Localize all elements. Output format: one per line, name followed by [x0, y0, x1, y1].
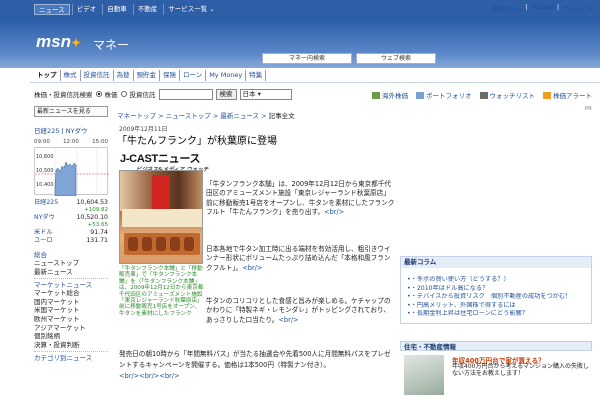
nav-asia-market[interactable]: アジアマーケット: [34, 324, 108, 333]
article-paragraph-4: 発売日の朝10時から「年間無料パス」が当たる抽選会や先着500人に月間無料パスを…: [119, 350, 391, 380]
nav-news[interactable]: ニュース: [34, 4, 70, 15]
article-paragraph-2: 日本各地で牛タン加工時に出る端材を有効活用し、粗引きウインナー形状にボリュームた…: [206, 245, 391, 272]
section-title: マネー: [93, 38, 130, 52]
stock-radio[interactable]: [95, 91, 102, 97]
hotmail-link[interactable]: Hotmail: [531, 4, 554, 13]
tool-portfolio[interactable]: ポートフォリオ: [416, 90, 472, 100]
realestate-box: 住宅・不動産情報 年収400万円台で家が買える？ 年収400万円台から考えるマン…: [400, 341, 592, 395]
column-item[interactable]: ・2010年はドル高になる？: [407, 285, 587, 294]
left-column: 最新ニュースを見る 日経225 | NYダウ 09:00 12:00 15:00 1…: [34, 106, 109, 362]
money-tabs: トップ 株式 投資信託 為替 預貯金 保険 ローン My Money 特集: [34, 70, 267, 81]
breadcrumb: マネートップ > ニューストップ > 最新ニュース > 記事全文: [117, 112, 295, 120]
tab-top[interactable]: トップ: [34, 70, 61, 81]
tab-deposits[interactable]: 預貯金: [134, 70, 160, 81]
nav-news-top[interactable]: ニューストップ: [34, 259, 108, 268]
tab-fx[interactable]: 為替: [114, 70, 134, 81]
butterfly-icon: ✦: [70, 36, 82, 50]
top-nav-bar: ニュース ビデオ 自動車 不動産 サービス一覧 ⌄ MSNホーム | Hotmai…: [0, 0, 600, 18]
market-row[interactable]: 米ドル 91.74: [34, 229, 108, 237]
market-change: +109.82: [84, 207, 108, 213]
tab-my-money[interactable]: My Money: [206, 70, 247, 81]
portfolio-icon: [416, 91, 424, 99]
index-tabs[interactable]: 日経225 | NYダウ: [34, 125, 108, 135]
crumb-latest-news[interactable]: 最新ニュース: [220, 112, 259, 120]
signin-link[interactable]: サインイン: [562, 4, 592, 13]
nav-divider: [34, 278, 108, 280]
crumb-news-top[interactable]: ニューストップ: [166, 112, 211, 120]
nav-latest-news[interactable]: 最新ニュース: [34, 268, 108, 277]
alert-icon: [543, 91, 551, 99]
article-paragraph-1: 「牛タンフランク本舗」は、2009年12月12日から東京都千代田区のアミューズメ…: [206, 180, 395, 217]
tab-divider: [30, 82, 600, 83]
market-row[interactable]: ユーロ 131.71: [34, 237, 108, 245]
realestate-text: 年収400万円台から考えるマンション購入の失敗しない方法をお教えします！: [452, 363, 590, 378]
web-search-button[interactable]: ウェブ検索: [356, 53, 436, 64]
left-nav: 総合 ニューストップ 最新ニュース マーケットニュース マーケット総合 国内マー…: [34, 251, 108, 362]
stock-radio-label: 株価: [104, 91, 118, 99]
market-table: 日経225 10,604.53 +109.82 NYダウ 10,520.10 +53…: [34, 199, 108, 245]
photo-caption: 「牛タンフランク本舗」と「移動販売車」で「牛タンフランク本舗」を（「牛タンフラン…: [119, 266, 204, 317]
quote-search-row: 株価・投資信託検索 株価 投資信託 検索 日本 ▾: [34, 87, 292, 101]
nav-earnings[interactable]: 決算・投資判断: [34, 341, 108, 350]
service-nav: ニュース ビデオ 自動車 不動産 サービス一覧 ⌄: [34, 4, 219, 15]
tab-stocks[interactable]: 株式: [61, 70, 81, 81]
msn-logo[interactable]: msn✦: [36, 32, 81, 52]
tab-insurance[interactable]: 保険: [160, 70, 180, 81]
column-item[interactable]: ・円高メリット、外国株で得するには: [407, 302, 587, 311]
chart-time-axis: 09:00 12:00 15:00: [34, 139, 108, 145]
nav-europe-market[interactable]: 欧州マーケット: [34, 315, 108, 324]
market-change: +53.65: [87, 222, 108, 228]
fund-radio-label: 投資信託: [129, 91, 156, 99]
msn-home-link[interactable]: MSNホーム: [491, 4, 522, 13]
chart-plot: [35, 148, 109, 196]
money-search-button[interactable]: マネー内検索: [262, 53, 352, 64]
nav-us-market[interactable]: 米国マーケット: [34, 306, 108, 315]
tab-funds[interactable]: 投資信託: [81, 70, 114, 81]
fund-radio[interactable]: [120, 91, 127, 97]
column-list: ・冬ボの賢い使い方（どうする？） ・2010年はドル高になる？ ・デバイスから投…: [401, 268, 591, 323]
globe-icon: [372, 91, 380, 99]
market-row[interactable]: 日経225 10,604.53: [34, 199, 108, 207]
tab-special[interactable]: 特集: [246, 70, 267, 81]
nav-individual-stocks[interactable]: 個別銘柄: [34, 332, 108, 341]
tool-watchlist[interactable]: ウォッチリスト: [479, 90, 535, 100]
column-item[interactable]: ・デバイスから投資リスク 個別不動産の成功をつかむ！: [407, 293, 587, 302]
nav-video[interactable]: ビデオ: [71, 4, 101, 15]
watchlist-icon: [479, 91, 488, 99]
crumb-current: 記事全文: [268, 112, 295, 120]
top-right-links: MSNホーム | Hotmail | サインイン: [491, 4, 592, 13]
crumb-money-top[interactable]: マネートップ: [117, 112, 156, 120]
article-photo[interactable]: [119, 170, 203, 264]
tool-alert[interactable]: 株価アラート: [543, 90, 592, 100]
nav-auto[interactable]: 自動車: [102, 4, 131, 15]
tab-loan[interactable]: ローン: [180, 70, 207, 81]
header-band: msn✦ マネー マネー内検索 ウェブ検索: [0, 18, 600, 68]
index-intraday-chart: 10,600 10,500 10,400: [34, 147, 109, 196]
nav-realestate[interactable]: 不動産: [132, 4, 162, 15]
article-paragraph-3: 牛タンのコリコリとした食感と旨みが楽しめる。ケチャップのかわりに「特製ネギ・レモ…: [206, 297, 391, 324]
latest-column-heading: 最新コラム: [401, 257, 591, 268]
nav-head-category[interactable]: カテゴリ別ニュース: [34, 354, 108, 362]
nav-head-market[interactable]: マーケットニュース: [34, 281, 108, 289]
nav-market-general[interactable]: マーケット総合: [34, 289, 108, 298]
quote-search-button[interactable]: 検索: [215, 88, 237, 100]
nav-divider: [34, 351, 108, 353]
latest-column-box: 最新コラム ・冬ボの賢い使い方（どうする？） ・2010年はドル高になる？ ・デ…: [400, 256, 592, 324]
market-select[interactable]: 日本 ▾: [239, 88, 292, 100]
nav-services-dropdown[interactable]: サービス一覧 ⌄: [163, 4, 219, 15]
market-row[interactable]: NYダウ 10,520.10: [34, 214, 108, 222]
nav-head-general[interactable]: 総合: [34, 251, 108, 259]
latest-news-button[interactable]: 最新ニュースを見る: [34, 106, 108, 117]
article-title: 「牛たんフランク」が秋葉原に登場: [117, 136, 277, 147]
realestate-heading: 住宅・不動産情報: [400, 341, 592, 351]
tool-links: 海外株価 ポートフォリオ ウォッチリスト 株価アラート: [372, 90, 592, 100]
column-item[interactable]: ・長期金利上昇は住宅ローンにどう影響？: [407, 310, 587, 319]
jcast-logo: J-CASTニュース ビジネス&メディア ウォッチ: [120, 153, 208, 173]
quote-search-input[interactable]: [158, 88, 213, 100]
quote-search-label: 株価・投資信託検索: [34, 91, 93, 99]
realestate-thumbnail[interactable]: [404, 355, 444, 395]
column-item[interactable]: ・冬ボの賢い使い方（どうする？）: [407, 276, 587, 285]
tool-overseas[interactable]: 海外株価: [372, 90, 408, 100]
pr-label: PR: [584, 106, 592, 112]
